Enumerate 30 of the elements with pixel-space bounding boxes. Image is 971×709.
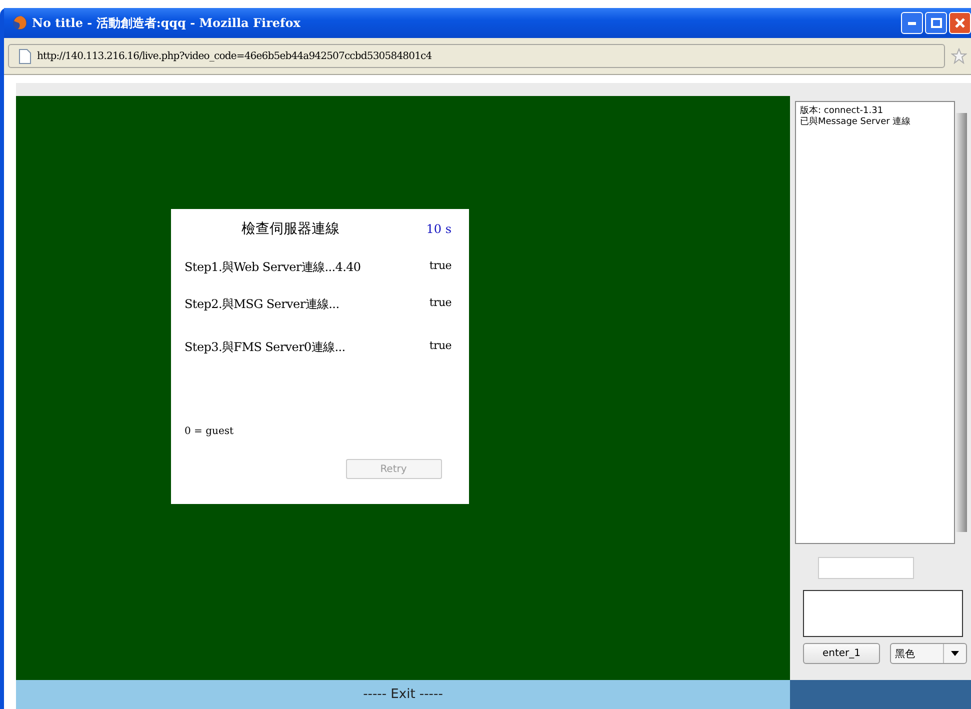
step-label: Step1.與Web Server連線...4.40 <box>184 259 361 276</box>
log-line: 版本: connect-1.31 <box>800 106 884 116</box>
close-icon <box>955 18 965 28</box>
page-icon <box>19 48 31 64</box>
scrollbar[interactable] <box>955 113 967 532</box>
url-text: http://140.113.216.16/live.php?video_code=46e6b5eb44a942507ccbd530584801c4 <box>37 50 432 62</box>
minimize-button[interactable] <box>901 12 923 34</box>
maximize-icon <box>930 18 942 28</box>
close-button[interactable] <box>949 12 971 34</box>
step-label: Step2.與MSG Server連線... <box>184 296 340 313</box>
enter-button[interactable]: enter_1 <box>803 643 880 664</box>
maximize-button[interactable] <box>925 12 947 34</box>
message-field[interactable] <box>803 590 963 637</box>
user-note: 0 = guest <box>184 426 235 437</box>
dialog-title: 檢查伺服器連線 <box>242 220 340 238</box>
bookmark-star-icon[interactable] <box>951 48 967 64</box>
step-result: true <box>429 339 452 354</box>
caret-icon <box>951 651 959 656</box>
step-result: true <box>429 296 452 311</box>
color-dropdown[interactable]: 黑色 <box>890 643 967 664</box>
input-field[interactable] <box>818 557 914 579</box>
exit-bar[interactable]: ----- Exit ----- <box>16 680 790 709</box>
minimize-icon <box>908 22 916 24</box>
browser-logo-icon <box>12 15 28 31</box>
step-label: Step3.與FMS Server0連線... <box>184 339 346 356</box>
address-bar[interactable]: http://140.113.216.16/live.php?video_code=46e6b5eb44a942507ccbd530584801c4 <box>8 44 945 68</box>
step-result: true <box>429 259 452 274</box>
window-title: No title - 活動創造者:qqq - Mozilla Firefox <box>32 14 300 32</box>
countdown-text: 10 s <box>426 222 452 236</box>
log-line: 已與Message Server 連線 <box>800 116 912 128</box>
